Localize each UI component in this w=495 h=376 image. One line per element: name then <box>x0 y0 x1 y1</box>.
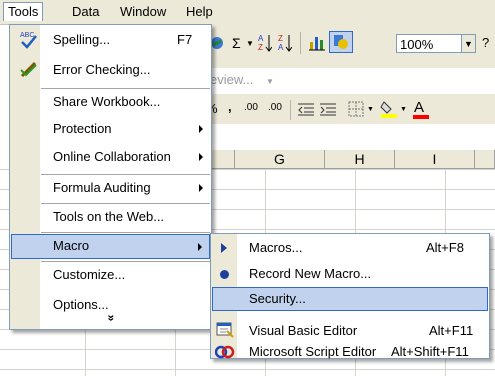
drawing-icon[interactable] <box>329 31 353 53</box>
column-header <box>475 150 495 169</box>
menu-item-options[interactable]: Options... <box>10 292 211 312</box>
error-checking-icon <box>20 61 37 78</box>
column-header <box>212 150 235 169</box>
menu-item-shortcut: F7 <box>177 32 193 47</box>
menu-item-label: Macros... <box>249 240 303 255</box>
menu-item-label: Macro <box>53 238 90 253</box>
menu-item-label: Protection <box>53 121 112 136</box>
menu-item-label: Error Checking... <box>53 62 151 77</box>
fill-color-icon[interactable] <box>380 99 398 119</box>
column-header-h[interactable]: H <box>325 150 395 169</box>
formatting-toolbar: % , .00 .00 ▼ ▼ A <box>200 94 495 124</box>
comma-style-icon[interactable]: , <box>228 99 232 114</box>
svg-text:Z: Z <box>278 34 283 43</box>
record-dot-icon <box>220 270 229 279</box>
menu-expand-chevron-icon[interactable]: » <box>104 315 118 322</box>
decrease-decimal-icon[interactable]: .00 <box>268 102 282 113</box>
autosum-icon[interactable]: Σ <box>232 35 241 51</box>
menu-tools[interactable]: Tools <box>3 2 44 21</box>
menu-item-label: Formula Auditing <box>53 180 151 195</box>
script-editor-icon <box>215 345 235 359</box>
reviewing-text: eview... <box>210 72 254 87</box>
menu-item-label: Visual Basic Editor <box>249 323 358 338</box>
svg-text:A: A <box>278 43 284 52</box>
sort-ascending-icon[interactable]: A Z <box>258 33 272 53</box>
column-header-g[interactable]: G <box>235 150 325 169</box>
play-arrow-icon <box>221 243 227 253</box>
menu-item-label: Security... <box>249 291 306 306</box>
zoom-dropdown-icon[interactable]: ▼ <box>462 34 476 53</box>
menu-item-label: Tools on the Web... <box>53 209 165 224</box>
fill-color-dropdown-icon[interactable]: ▼ <box>400 106 407 113</box>
menu-item-label: Online Collaboration <box>53 149 171 164</box>
menu-item-tools-on-the-web[interactable]: Tools on the Web... <box>10 204 211 230</box>
menu-item-protection[interactable]: Protection <box>10 116 211 142</box>
menu-item-error-checking[interactable]: Error Checking... <box>10 57 211 83</box>
submenu-arrow-icon <box>198 243 202 251</box>
menu-item-macros[interactable]: Macros... Alt+F8 <box>211 235 489 260</box>
chart-wizard-icon[interactable] <box>308 34 326 52</box>
vb-editor-icon <box>216 322 234 338</box>
menu-item-customize[interactable]: Customize... <box>10 262 211 288</box>
zoom-combobox[interactable]: 100% <box>396 34 462 53</box>
help-icon[interactable]: ? <box>482 35 489 50</box>
menu-item-label: Microsoft Script Editor <box>249 344 377 359</box>
reviewing-dropdown-icon: ▼ <box>266 77 274 86</box>
menu-separator <box>41 232 210 233</box>
submenu-arrow-icon <box>199 184 203 192</box>
menu-data[interactable]: Data <box>72 4 99 20</box>
font-color-icon[interactable]: A <box>412 98 430 120</box>
column-header-i[interactable]: I <box>395 150 475 169</box>
menu-item-spelling[interactable]: ABC Spelling... F7 <box>10 27 211 53</box>
menu-bar: Tools Data Window Help <box>0 0 495 25</box>
menu-item-share-workbook[interactable]: Share Workbook... <box>10 89 211 115</box>
menu-item-shortcut: Alt+F11 <box>429 323 474 338</box>
menu-item-label: Share Workbook... <box>53 94 161 109</box>
menu-item-security[interactable]: Security... <box>212 287 488 311</box>
decrease-indent-icon[interactable] <box>298 102 314 116</box>
spelling-icon: ABC <box>20 32 37 49</box>
sort-descending-icon[interactable]: Z A <box>278 33 292 53</box>
menu-item-macro[interactable]: Macro <box>11 234 210 259</box>
menu-item-label: Record New Macro... <box>249 266 372 281</box>
menu-window[interactable]: Window <box>120 4 166 20</box>
menu-item-visual-basic-editor[interactable]: Visual Basic Editor Alt+F11 <box>211 318 489 343</box>
menu-item-label: Customize... <box>53 267 126 282</box>
increase-decimal-icon[interactable]: .00 <box>244 102 258 113</box>
toolbar-separator <box>290 100 291 120</box>
menu-help[interactable]: Help <box>186 4 213 20</box>
svg-text:Z: Z <box>258 43 263 52</box>
menu-item-shortcut: Alt+F8 <box>426 240 464 255</box>
toolbar-separator <box>300 32 301 54</box>
menu-item-label: Spelling... <box>53 32 111 47</box>
menu-item-formula-auditing[interactable]: Formula Auditing <box>10 175 211 201</box>
autosum-dropdown-icon[interactable]: ▼ <box>246 39 254 48</box>
submenu-arrow-icon <box>199 125 203 133</box>
menu-item-online-collaboration[interactable]: Online Collaboration <box>10 144 211 170</box>
menu-item-record-new-macro[interactable]: Record New Macro... <box>211 261 489 286</box>
submenu-arrow-icon <box>199 153 203 161</box>
borders-dropdown-icon[interactable]: ▼ <box>367 106 374 113</box>
increase-indent-icon[interactable] <box>320 102 336 116</box>
standard-toolbar: Σ ▼ A Z Z A 100% ▼ ? <box>200 24 495 68</box>
svg-text:A: A <box>414 99 424 116</box>
menu-item-microsoft-script-editor[interactable]: Microsoft Script Editor Alt+Shift+F11 <box>211 344 489 360</box>
borders-icon[interactable] <box>348 101 364 117</box>
svg-text:ABC: ABC <box>20 32 34 39</box>
menu-item-shortcut: Alt+Shift+F11 <box>391 344 469 359</box>
menu-item-label: Options... <box>53 297 109 312</box>
svg-text:A: A <box>258 34 264 43</box>
